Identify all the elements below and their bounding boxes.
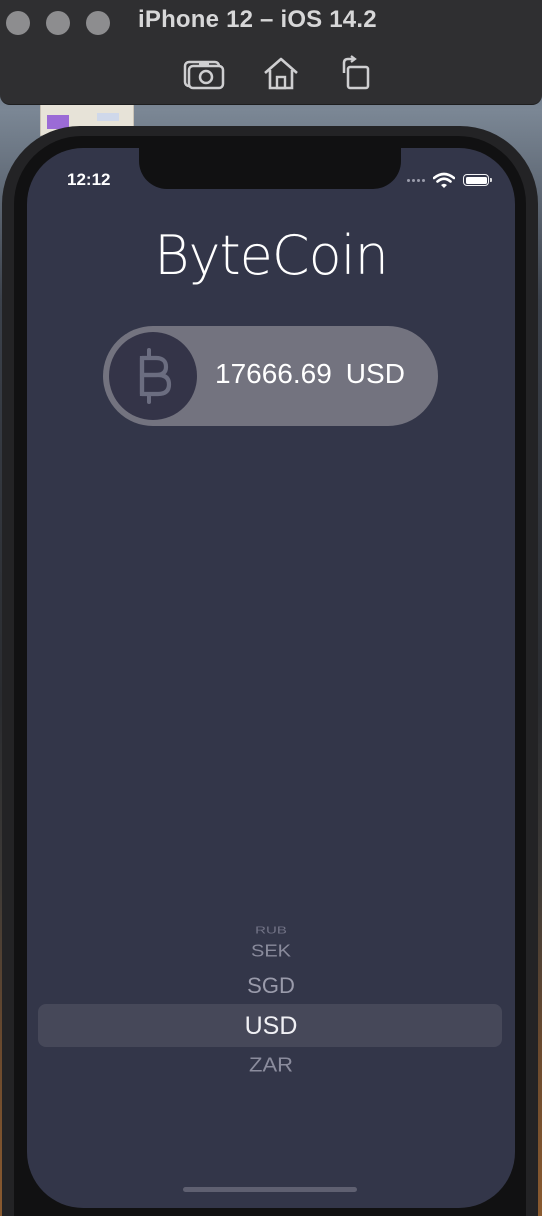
price-display: 17666.69 USD bbox=[103, 326, 438, 426]
camera-icon bbox=[183, 60, 225, 90]
window-minimize-button[interactable] bbox=[46, 11, 70, 35]
picker-item[interactable]: ZAR bbox=[27, 1053, 515, 1077]
cellular-dots-icon bbox=[407, 178, 425, 182]
home-button[interactable] bbox=[259, 53, 303, 93]
simulator-title: iPhone 12 – iOS 14.2 bbox=[138, 6, 377, 33]
currency-picker[interactable]: RUB SEK SGD USD ZAR bbox=[27, 908, 515, 1108]
price-label: 17666.69 USD bbox=[215, 358, 405, 390]
status-icons bbox=[407, 172, 492, 188]
bitcoin-icon bbox=[139, 348, 172, 404]
picker-item[interactable]: SGD bbox=[27, 973, 515, 999]
price-currency: USD bbox=[345, 358, 405, 389]
picker-item[interactable]: RUB bbox=[27, 925, 515, 937]
window-zoom-button[interactable] bbox=[86, 11, 110, 35]
home-icon bbox=[264, 57, 298, 90]
status-time: 12:12 bbox=[67, 170, 111, 189]
rotate-button[interactable] bbox=[332, 53, 376, 93]
home-indicator[interactable] bbox=[183, 1187, 357, 1192]
app-title: ByteCoin bbox=[154, 224, 389, 287]
rotate-icon bbox=[342, 55, 370, 90]
notch bbox=[139, 148, 401, 189]
device-screen: 12:12 ByteCoin 17666.69 USD RUB SEK SGD … bbox=[27, 148, 515, 1208]
window-close-button[interactable] bbox=[6, 11, 30, 35]
battery-icon bbox=[463, 174, 492, 186]
picker-selected-item[interactable]: USD bbox=[27, 1012, 515, 1041]
picker-item[interactable]: SEK bbox=[27, 941, 515, 961]
simulator-title-bar: iPhone 12 – iOS 14.2 bbox=[0, 0, 542, 105]
wifi-icon bbox=[433, 172, 455, 188]
price-value: 17666.69 bbox=[215, 358, 332, 389]
coin-badge bbox=[109, 332, 197, 420]
screenshot-button[interactable] bbox=[182, 53, 226, 93]
